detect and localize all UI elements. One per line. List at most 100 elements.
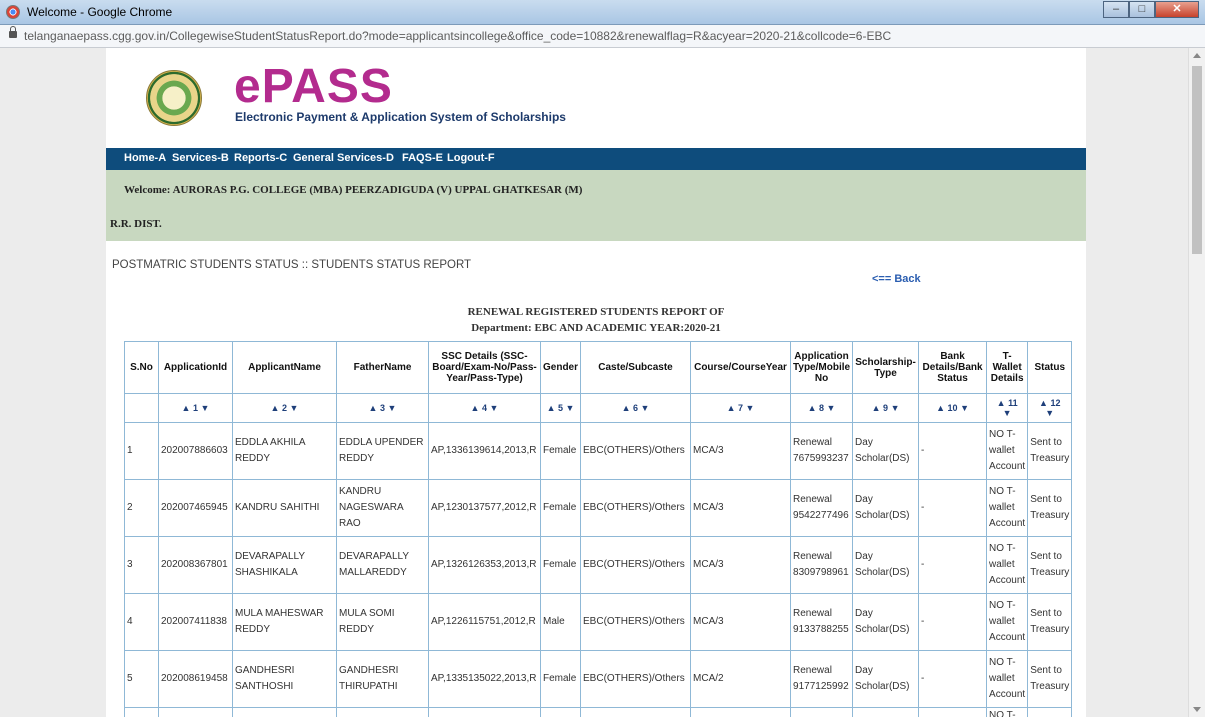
sort-number: 6 bbox=[633, 403, 639, 413]
menu-services[interactable]: Services-B bbox=[172, 152, 229, 164]
cell-status: Sent to Treasury bbox=[1027, 422, 1073, 480]
sort-number: 7 bbox=[738, 403, 744, 413]
sort-cell[interactable]: ▲ 1 ▼ bbox=[158, 393, 233, 423]
sort-desc-icon[interactable]: ▼ bbox=[641, 403, 650, 413]
table-header-row: S.No ApplicationId ApplicantName FatherN… bbox=[124, 341, 1073, 394]
col-header-fathername: FatherName bbox=[336, 341, 429, 394]
site-tagline: Electronic Payment & Application System … bbox=[235, 110, 566, 124]
cell-bank: - bbox=[918, 422, 988, 480]
sort-desc-icon[interactable]: ▼ bbox=[746, 403, 755, 413]
menu-reports[interactable]: Reports-C bbox=[234, 152, 287, 164]
sort-number: 3 bbox=[379, 403, 385, 413]
sort-desc-icon[interactable]: ▼ bbox=[290, 403, 299, 413]
cell-appid: 202008367801 bbox=[158, 536, 233, 594]
close-button[interactable]: ✕ bbox=[1155, 1, 1199, 18]
sort-desc-icon[interactable]: ▼ bbox=[1003, 408, 1012, 418]
menu-faqs[interactable]: FAQS-E bbox=[402, 152, 443, 164]
sort-number: 8 bbox=[819, 403, 825, 413]
cell-apptype: Renewal 9542277496 bbox=[790, 479, 854, 537]
cell-course: MCA/3 bbox=[690, 479, 792, 537]
cell-gender: Male bbox=[539, 593, 582, 651]
sort-asc-icon[interactable]: ▲ bbox=[471, 403, 480, 413]
cell-scholarship: Day Scholar(DS) bbox=[852, 422, 920, 480]
sort-asc-icon[interactable]: ▲ bbox=[808, 403, 817, 413]
menu-general-services[interactable]: General Services-D bbox=[293, 152, 394, 164]
col-header-applicantname: ApplicantName bbox=[232, 341, 337, 394]
sort-asc-icon[interactable]: ▲ bbox=[622, 403, 631, 413]
cell-gender: Female bbox=[539, 650, 582, 708]
cell-name: DEVARAPALLY SHASHIKALA bbox=[232, 536, 337, 594]
sort-cell[interactable]: ▲ 10 ▼ bbox=[918, 393, 988, 423]
table-row: 2 202007465945 KANDRU SAHITHI KANDRU NAGESW… bbox=[124, 479, 1073, 537]
sort-desc-icon[interactable]: ▼ bbox=[960, 403, 969, 413]
sort-cell[interactable]: ▲ 12 ▼ bbox=[1027, 393, 1073, 423]
scroll-up-icon[interactable] bbox=[1193, 53, 1201, 58]
col-header-status: Status bbox=[1027, 341, 1073, 394]
cell-appid: 202007465945 bbox=[158, 479, 233, 537]
cell-name: GANDHESRI SANTHOSHI bbox=[232, 650, 337, 708]
sort-desc-icon[interactable]: ▼ bbox=[490, 403, 499, 413]
cell-apptype: Renewal 8309798961 bbox=[790, 536, 854, 594]
table-row: 3 202008367801 DEVARAPALLY SHASHIKALA DEVAR… bbox=[124, 536, 1073, 594]
cell-sno: 1 bbox=[124, 422, 159, 480]
sort-asc-icon[interactable]: ▲ bbox=[727, 403, 736, 413]
cell-course bbox=[690, 707, 792, 717]
maximize-button[interactable]: □ bbox=[1129, 1, 1155, 18]
cell-caste: EBC(OTHERS)/Others bbox=[580, 536, 692, 594]
sort-asc-icon[interactable]: ▲ bbox=[936, 403, 945, 413]
back-link[interactable]: <== Back bbox=[872, 273, 921, 285]
chrome-icon bbox=[6, 5, 20, 19]
sort-cell[interactable]: ▲ 5 ▼ bbox=[539, 393, 582, 423]
cell-father: DEVARAPALLY MALLAREDDY bbox=[336, 536, 429, 594]
cell-name: MULA MAHESWAR REDDY bbox=[232, 593, 337, 651]
sort-desc-icon[interactable]: ▼ bbox=[891, 403, 900, 413]
sort-cell[interactable]: ▲ 4 ▼ bbox=[428, 393, 541, 423]
sort-desc-icon[interactable]: ▼ bbox=[201, 403, 210, 413]
sort-cell[interactable]: ▲ 3 ▼ bbox=[336, 393, 429, 423]
sort-asc-icon[interactable]: ▲ bbox=[271, 403, 280, 413]
sort-row: ▲ 1 ▼ ▲ 2 ▼ ▲ 3 ▼ ▲ 4 ▼ ▲ 5 ▼ ▲ 6 ▼ ▲ 7 … bbox=[124, 393, 1073, 423]
sort-cell[interactable]: ▲ 2 ▼ bbox=[232, 393, 337, 423]
cell-father: EDDLA UPENDER REDDY bbox=[336, 422, 429, 480]
minimize-button[interactable]: – bbox=[1103, 1, 1129, 18]
sort-cell[interactable]: ▲ 8 ▼ bbox=[790, 393, 854, 423]
sort-cell[interactable]: ▲ 9 ▼ bbox=[852, 393, 920, 423]
url-text[interactable]: telanganaepass.cgg.gov.in/CollegewiseStu… bbox=[24, 29, 891, 43]
scroll-thumb[interactable] bbox=[1192, 66, 1202, 254]
cell-sno: 2 bbox=[124, 479, 159, 537]
menu-home[interactable]: Home-A bbox=[124, 152, 166, 164]
sort-cell[interactable]: ▲ 6 ▼ bbox=[580, 393, 692, 423]
sort-asc-icon[interactable]: ▲ bbox=[1039, 398, 1048, 408]
address-bar[interactable]: telanganaepass.cgg.gov.in/CollegewiseStu… bbox=[0, 25, 1205, 48]
table-row: 5 202008619458 GANDHESRI SANTHOSHI GANDHESR… bbox=[124, 650, 1073, 708]
cell-twallet: NO T-wallet Account bbox=[986, 650, 1029, 708]
cell-bank: - bbox=[918, 479, 988, 537]
cell-sno: 5 bbox=[124, 650, 159, 708]
cell-father: KANDRU NAGESWARA RAO bbox=[336, 479, 429, 537]
sort-desc-icon[interactable]: ▼ bbox=[566, 403, 575, 413]
sort-asc-icon[interactable]: ▲ bbox=[997, 398, 1006, 408]
scroll-down-icon[interactable] bbox=[1193, 707, 1201, 712]
sort-desc-icon[interactable]: ▼ bbox=[827, 403, 836, 413]
cell-course: MCA/3 bbox=[690, 422, 792, 480]
sort-cell[interactable]: ▲ 11 ▼ bbox=[986, 393, 1029, 423]
sort-cell[interactable]: ▲ 7 ▼ bbox=[690, 393, 792, 423]
cell-scholarship: Day Scholar(DS) bbox=[852, 536, 920, 594]
col-header-bank-details: Bank Details/Bank Status bbox=[918, 341, 988, 394]
sort-desc-icon[interactable]: ▼ bbox=[1045, 408, 1054, 418]
sort-desc-icon[interactable]: ▼ bbox=[388, 403, 397, 413]
cell-father bbox=[336, 707, 429, 717]
cell-ssc bbox=[428, 707, 541, 717]
menu-logout[interactable]: Logout-F bbox=[447, 152, 495, 164]
sort-cell-empty bbox=[124, 393, 159, 423]
sort-asc-icon[interactable]: ▲ bbox=[872, 403, 881, 413]
cell-caste: EBC(OTHERS)/Others bbox=[580, 650, 692, 708]
cell-father: MULA SOMI REDDY bbox=[336, 593, 429, 651]
col-header-caste: Caste/Subcaste bbox=[580, 341, 692, 394]
vertical-scrollbar[interactable] bbox=[1188, 48, 1205, 717]
sort-asc-icon[interactable]: ▲ bbox=[547, 403, 556, 413]
sort-asc-icon[interactable]: ▲ bbox=[369, 403, 378, 413]
cell-twallet: NO T- bbox=[986, 707, 1029, 717]
cell-course: MCA/3 bbox=[690, 536, 792, 594]
sort-asc-icon[interactable]: ▲ bbox=[182, 403, 191, 413]
